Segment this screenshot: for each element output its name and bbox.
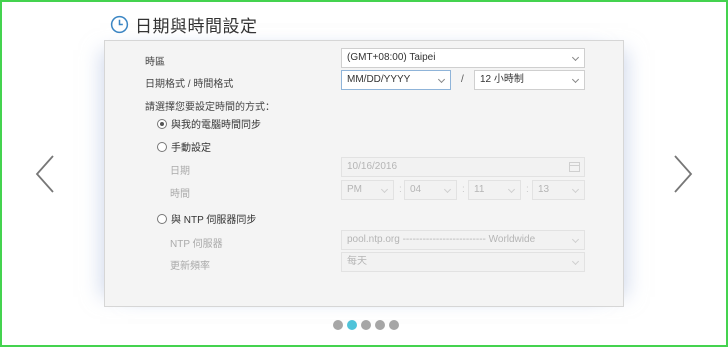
chevron-down-icon: [437, 75, 446, 84]
chevron-down-icon: [571, 235, 580, 244]
carousel-dot[interactable]: [333, 320, 343, 330]
time-label: 時間: [170, 189, 190, 200]
manual-radio[interactable]: [157, 141, 167, 152]
calendar-icon[interactable]: [569, 162, 580, 172]
chevron-down-icon: [571, 185, 580, 194]
date-label: 日期: [170, 166, 190, 177]
clock-icon: [110, 15, 129, 33]
time-separator: :: [462, 184, 465, 195]
chevron-down-icon: [507, 185, 516, 194]
format-label: 日期格式 / 時間格式: [145, 79, 234, 90]
next-arrow-icon[interactable]: [671, 154, 695, 194]
chevron-down-icon: [571, 53, 580, 62]
carousel-dot[interactable]: [347, 320, 357, 330]
format-separator: /: [461, 74, 464, 85]
page-header: 日期與時間設定: [110, 12, 258, 36]
ntp-server-select[interactable]: pool.ntp.org ------------------------- W…: [341, 230, 585, 250]
chevron-down-icon: [380, 185, 389, 194]
manual-option[interactable]: 手動設定: [157, 139, 211, 154]
ntp-option[interactable]: 與 NTP 伺服器同步: [157, 211, 256, 226]
timezone-label: 時區: [145, 57, 165, 68]
time-separator: :: [399, 184, 402, 195]
previous-arrow-icon[interactable]: [33, 154, 57, 194]
time-separator: :: [526, 184, 529, 195]
method-prompt: 請選擇您要設定時間的方式：: [145, 102, 275, 113]
chevron-down-icon: [571, 257, 580, 266]
update-frequency-label: 更新頻率: [170, 261, 210, 272]
ampm-select[interactable]: PM: [341, 180, 394, 200]
minute-select[interactable]: 11: [468, 180, 521, 200]
sync-pc-option[interactable]: 與我的電腦時間同步: [157, 116, 261, 131]
carousel-dot[interactable]: [389, 320, 399, 330]
time-format-select[interactable]: 12 小時制: [474, 70, 585, 90]
hour-select[interactable]: 04: [404, 180, 457, 200]
carousel-dot[interactable]: [375, 320, 385, 330]
carousel-dot[interactable]: [361, 320, 371, 330]
ntp-server-label: NTP 伺服器: [170, 239, 223, 250]
date-input[interactable]: 10/16/2016: [341, 157, 585, 177]
date-format-select[interactable]: MM/DD/YYYY: [341, 70, 451, 90]
page-title: 日期與時間設定: [135, 16, 258, 36]
sync-pc-radio[interactable]: [157, 118, 167, 129]
timezone-select[interactable]: (GMT+08:00) Taipei: [341, 48, 585, 68]
ntp-radio[interactable]: [157, 213, 167, 224]
settings-panel: 時區 (GMT+08:00) Taipei 日期格式 / 時間格式 MM/DD/…: [104, 40, 624, 307]
chevron-down-icon: [571, 75, 580, 84]
chevron-down-icon: [443, 185, 452, 194]
update-frequency-select[interactable]: 每天: [341, 252, 585, 272]
carousel-pagination: [333, 320, 399, 330]
second-select[interactable]: 13: [532, 180, 585, 200]
